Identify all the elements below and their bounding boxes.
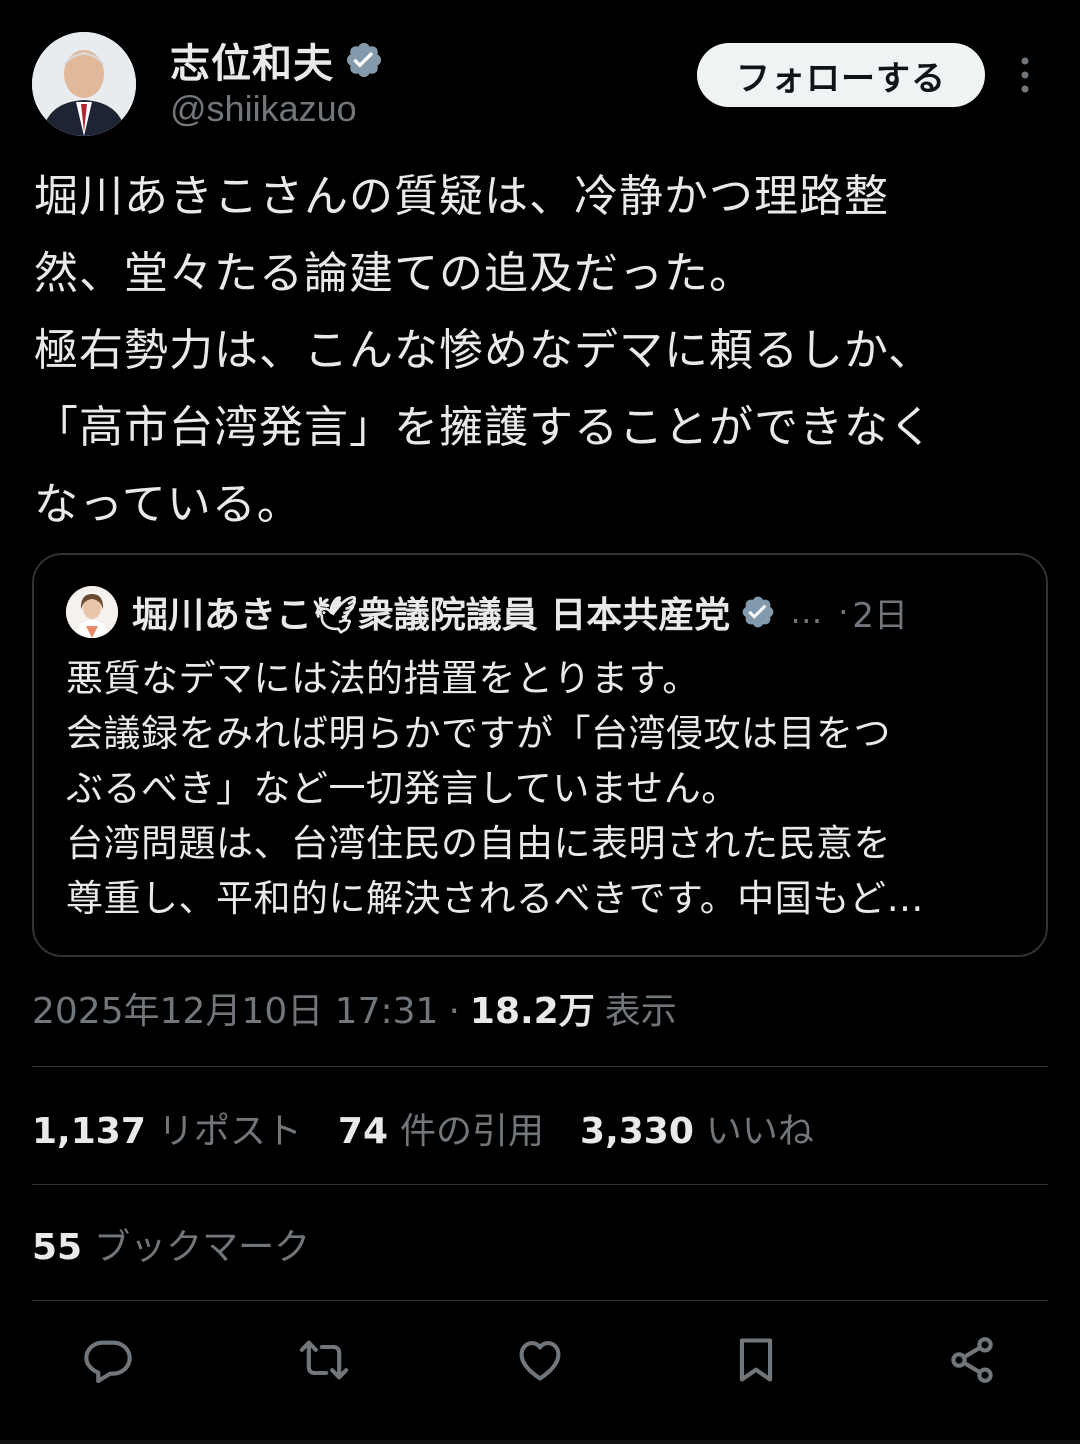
bookmarks-label: ブックマーク (94, 1227, 311, 1268)
quoted-separator: · (838, 593, 849, 631)
quoted-author-name: 堀川あきこ🕊衆議院議員 日本共産党 (132, 595, 731, 636)
tweet-text: 堀川あきこさんの質疑は、冷静かつ理路整 然、堂々たる論建ての追及だった。 極右勢… (34, 171, 934, 530)
bookmarks-stat[interactable]: 55 ブックマーク (32, 1218, 310, 1270)
author-handle[interactable]: @shiikazuo (170, 88, 384, 130)
view-count: 18.2万 (469, 991, 595, 1032)
quotes-stat[interactable]: 74 件の引用 (338, 1102, 544, 1154)
divider (32, 1184, 1048, 1185)
meta-separator: · (448, 991, 460, 1032)
view-label: 表示 (604, 991, 677, 1032)
tweet-meta: 2025年12月10日 17:31 · 18.2万 表示 (32, 982, 677, 1034)
quoted-verified-badge-icon (742, 596, 774, 628)
quotes-label: 件の引用 (400, 1111, 545, 1152)
tweet-header: 志位和夫 @shiikazuo フォローする (32, 32, 1048, 136)
tweet-detail-page: 志位和夫 @shiikazuo フォローする 堀川あきこさんの質疑は、冷静かつ理… (0, 0, 1080, 1444)
reposts-stat[interactable]: 1,137 リポスト (32, 1102, 302, 1154)
bottom-edge (0, 1440, 1080, 1444)
reposts-count: 1,137 (32, 1111, 146, 1152)
engagement-stats: 1,137 リポスト 74 件の引用 3,330 いいね (32, 1102, 850, 1154)
quotes-count: 74 (337, 1111, 388, 1152)
divider (32, 1300, 1048, 1301)
reply-icon[interactable] (78, 1330, 138, 1390)
share-icon[interactable] (942, 1330, 1002, 1390)
like-icon[interactable] (510, 1330, 570, 1390)
quoted-tweet-card[interactable]: 堀川あきこ🕊衆議院議員 日本共産党 … · 2日 悪質なデマには法的措置をとりま… (32, 553, 1048, 957)
quoted-handle-ellipsis: … (790, 593, 823, 631)
likes-count: 3,330 (580, 1111, 694, 1152)
author-info: 志位和夫 @shiikazuo (170, 34, 384, 130)
bookmarks-count: 55 (32, 1227, 83, 1268)
bookmark-icon[interactable] (726, 1330, 786, 1390)
author-avatar[interactable] (32, 32, 136, 136)
follow-button[interactable]: フォローする (697, 43, 985, 107)
repost-icon[interactable] (294, 1330, 354, 1390)
verified-badge-icon (346, 42, 382, 78)
more-options-icon[interactable] (1010, 52, 1040, 98)
reposts-label: リポスト (157, 1111, 302, 1152)
tweet-timestamp[interactable]: 2025年12月10日 17:31 (32, 982, 438, 1034)
quoted-tweet-header: 堀川あきこ🕊衆議院議員 日本共産党 … · 2日 (66, 585, 1014, 639)
likes-label: いいね (705, 1111, 814, 1152)
divider (32, 1066, 1048, 1067)
likes-stat[interactable]: 3,330 いいね (580, 1102, 814, 1154)
author-display-name[interactable]: 志位和夫 (170, 31, 334, 89)
quoted-author-avatar (66, 586, 118, 638)
quoted-tweet-text: 悪質なデマには法的措置をとります。 会議録をみれば明らかですが「台湾侵攻は目をつ… (66, 657, 925, 920)
quoted-timestamp: 2日 (852, 595, 909, 636)
action-bar (0, 1330, 1080, 1400)
